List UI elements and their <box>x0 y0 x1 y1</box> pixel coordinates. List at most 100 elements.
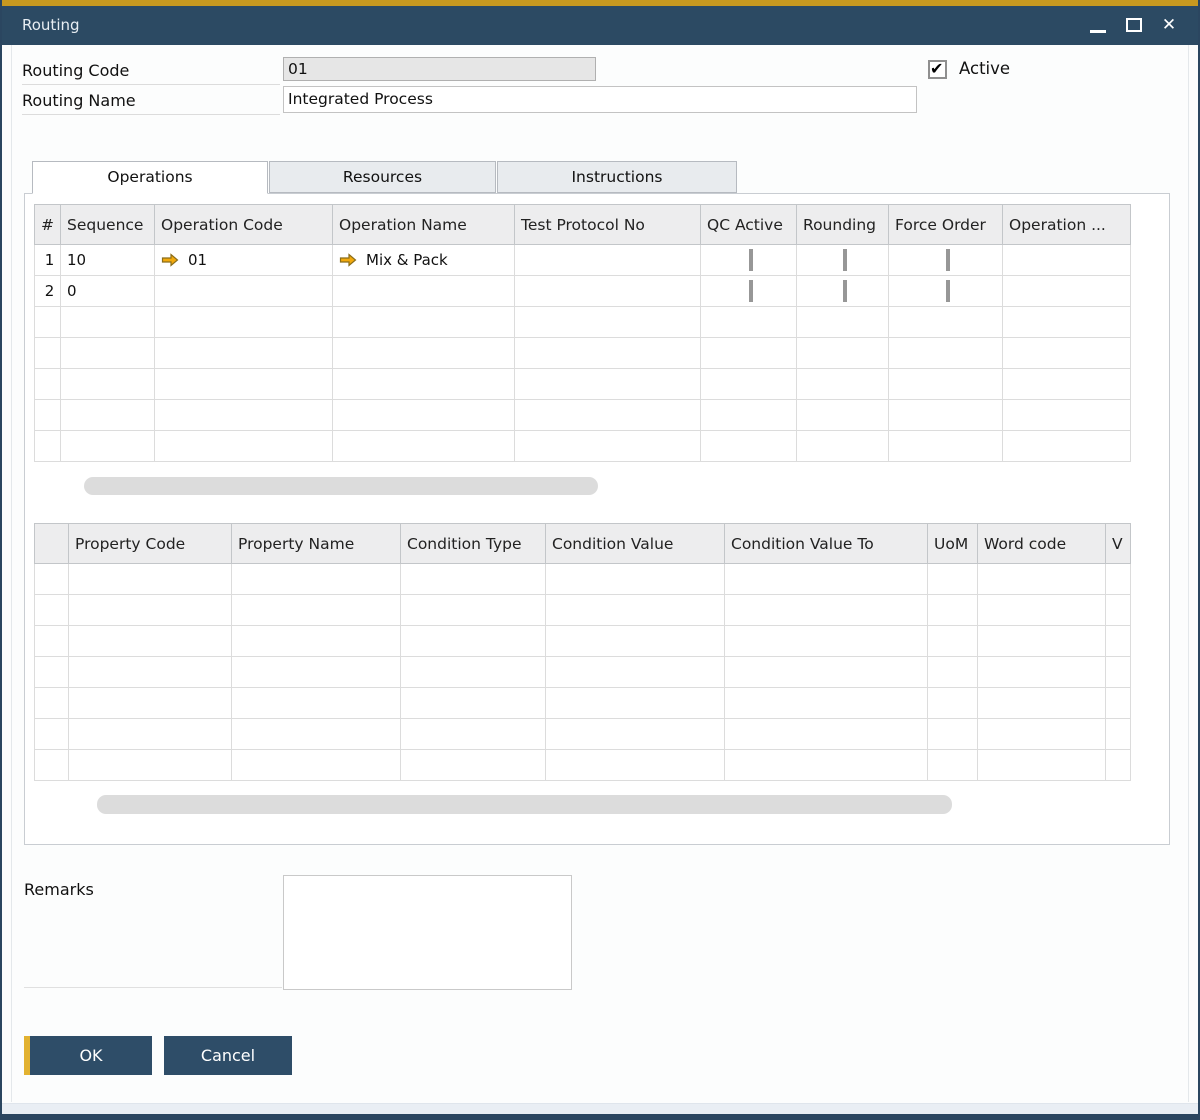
row-number-cell[interactable]: 2 <box>35 276 61 307</box>
col-header-condition-type[interactable]: Condition Type <box>401 524 546 564</box>
empty-cell[interactable] <box>797 431 889 462</box>
empty-cell[interactable] <box>797 338 889 369</box>
ok-button[interactable]: OK <box>24 1036 152 1075</box>
force-order-checkbox[interactable] <box>946 249 950 271</box>
row-selector-cell[interactable] <box>35 626 69 657</box>
empty-cell[interactable] <box>889 307 1003 338</box>
rounding-checkbox[interactable] <box>843 249 847 271</box>
empty-cell[interactable] <box>401 657 546 688</box>
empty-cell[interactable] <box>1106 750 1131 781</box>
test-protocol-cell[interactable] <box>515 245 701 276</box>
col-header-rounding[interactable]: Rounding <box>797 205 889 245</box>
empty-cell[interactable] <box>401 719 546 750</box>
empty-cell[interactable] <box>232 657 401 688</box>
empty-cell[interactable] <box>546 688 725 719</box>
empty-cell[interactable] <box>928 626 978 657</box>
empty-cell[interactable] <box>928 564 978 595</box>
routing-code-field[interactable]: 01 <box>283 57 596 81</box>
empty-cell[interactable] <box>1003 338 1131 369</box>
empty-cell[interactable] <box>978 688 1106 719</box>
sequence-cell[interactable]: 0 <box>61 276 155 307</box>
row-selector-cell[interactable] <box>35 719 69 750</box>
row-number-cell[interactable] <box>35 338 61 369</box>
empty-cell[interactable] <box>333 369 515 400</box>
col-header-v-truncated[interactable]: V <box>1106 524 1131 564</box>
empty-cell[interactable] <box>1106 595 1131 626</box>
row-selector-cell[interactable] <box>35 564 69 595</box>
empty-cell[interactable] <box>701 307 797 338</box>
empty-cell[interactable] <box>928 595 978 626</box>
empty-cell[interactable] <box>546 719 725 750</box>
row-selector-cell[interactable] <box>35 657 69 688</box>
rounding-cell[interactable] <box>797 245 889 276</box>
test-protocol-cell[interactable] <box>515 276 701 307</box>
row-number-cell[interactable]: 1 <box>35 245 61 276</box>
empty-cell[interactable] <box>928 657 978 688</box>
empty-cell[interactable] <box>61 431 155 462</box>
empty-cell[interactable] <box>155 431 333 462</box>
empty-cell[interactable] <box>1003 369 1131 400</box>
empty-cell[interactable] <box>1106 626 1131 657</box>
empty-cell[interactable] <box>797 307 889 338</box>
empty-cell[interactable] <box>401 626 546 657</box>
empty-cell[interactable] <box>61 400 155 431</box>
empty-cell[interactable] <box>232 626 401 657</box>
active-checkbox[interactable] <box>928 60 947 79</box>
col-header-qc-active[interactable]: QC Active <box>701 205 797 245</box>
col-header-uom[interactable]: UoM <box>928 524 978 564</box>
empty-cell[interactable] <box>889 338 1003 369</box>
col-header-force-order[interactable]: Force Order <box>889 205 1003 245</box>
empty-cell[interactable] <box>725 626 928 657</box>
empty-cell[interactable] <box>797 400 889 431</box>
empty-cell[interactable] <box>701 369 797 400</box>
col-header-operation-more[interactable]: Operation ... <box>1003 205 1131 245</box>
operation-code-cell[interactable] <box>155 276 333 307</box>
empty-cell[interactable] <box>978 657 1106 688</box>
force-order-checkbox[interactable] <box>946 280 950 302</box>
empty-cell[interactable] <box>155 369 333 400</box>
titlebar[interactable]: Routing ✕ <box>2 6 1198 45</box>
empty-cell[interactable] <box>61 338 155 369</box>
empty-cell[interactable] <box>333 307 515 338</box>
empty-cell[interactable] <box>546 595 725 626</box>
operation-code-cell[interactable]: 01 <box>155 245 333 276</box>
operation-name-cell[interactable]: Mix & Pack <box>333 245 515 276</box>
col-header-property-name[interactable]: Property Name <box>232 524 401 564</box>
rounding-cell[interactable] <box>797 276 889 307</box>
qc-active-checkbox[interactable] <box>749 280 753 302</box>
empty-cell[interactable] <box>1106 657 1131 688</box>
empty-cell[interactable] <box>401 564 546 595</box>
empty-cell[interactable] <box>725 750 928 781</box>
empty-cell[interactable] <box>978 750 1106 781</box>
maximize-icon[interactable] <box>1122 6 1148 45</box>
empty-cell[interactable] <box>797 369 889 400</box>
empty-cell[interactable] <box>1003 400 1131 431</box>
qc-active-cell[interactable] <box>701 245 797 276</box>
qc-active-cell[interactable] <box>701 276 797 307</box>
empty-cell[interactable] <box>701 400 797 431</box>
empty-cell[interactable] <box>61 307 155 338</box>
empty-cell[interactable] <box>725 657 928 688</box>
empty-cell[interactable] <box>978 719 1106 750</box>
empty-cell[interactable] <box>401 595 546 626</box>
empty-cell[interactable] <box>546 626 725 657</box>
row-selector-cell[interactable] <box>35 750 69 781</box>
empty-cell[interactable] <box>546 657 725 688</box>
row-number-cell[interactable] <box>35 431 61 462</box>
operation-more-cell[interactable] <box>1003 245 1131 276</box>
col-header-num[interactable]: # <box>35 205 61 245</box>
empty-cell[interactable] <box>546 750 725 781</box>
close-icon[interactable]: ✕ <box>1156 6 1182 45</box>
col-header-test-protocol-no[interactable]: Test Protocol No <box>515 205 701 245</box>
tab-instructions[interactable]: Instructions <box>497 161 737 193</box>
empty-cell[interactable] <box>401 750 546 781</box>
empty-cell[interactable] <box>155 400 333 431</box>
empty-cell[interactable] <box>725 719 928 750</box>
empty-cell[interactable] <box>69 719 232 750</box>
empty-cell[interactable] <box>232 719 401 750</box>
col-header-sequence[interactable]: Sequence <box>61 205 155 245</box>
row-number-cell[interactable] <box>35 307 61 338</box>
properties-horizontal-scrollbar[interactable] <box>97 795 952 814</box>
empty-cell[interactable] <box>515 431 701 462</box>
empty-cell[interactable] <box>1003 431 1131 462</box>
